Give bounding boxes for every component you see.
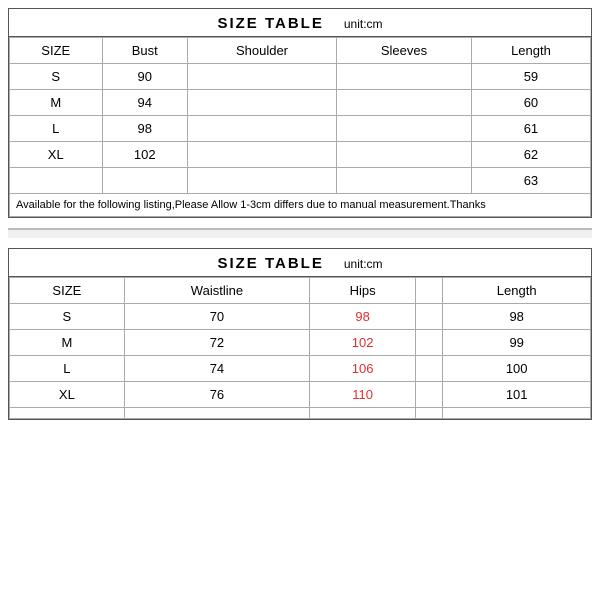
table-cell <box>337 116 472 142</box>
table-row: M72102 99 <box>10 330 591 356</box>
table-row <box>10 408 591 419</box>
table-cell: 98 <box>443 304 591 330</box>
table-cell: XL <box>10 382 125 408</box>
col-waistline: Waistline <box>124 278 309 304</box>
col-shoulder: Shoulder <box>187 38 336 64</box>
table-cell: 106 <box>310 356 416 382</box>
table-cell: 62 <box>471 142 590 168</box>
size-table-1: SIZE TABLE unit:cm SIZE Bust Shoulder Sl… <box>8 8 592 218</box>
table-cell: 102 <box>102 142 187 168</box>
col-length-1: Length <box>471 38 590 64</box>
table-cell: 60 <box>471 90 590 116</box>
table-cell: L <box>10 116 103 142</box>
table-row: L74106 100 <box>10 356 591 382</box>
table-cell <box>187 90 336 116</box>
table1-title: SIZE TABLE <box>217 15 323 32</box>
table-cell: 101 <box>443 382 591 408</box>
table-cell <box>337 90 472 116</box>
table-cell <box>10 408 125 419</box>
col-size-1: SIZE <box>10 38 103 64</box>
table1-header: SIZE TABLE unit:cm <box>9 9 591 37</box>
table-cell <box>187 64 336 90</box>
table1-grid: SIZE Bust Shoulder Sleeves Length S9059M… <box>9 37 591 217</box>
table-cell <box>187 116 336 142</box>
table-cell <box>337 168 472 194</box>
table-row: XL76110 101 <box>10 382 591 408</box>
table1-body: S90 59 M94 60 L98 61 XL102 6263 <box>10 64 591 194</box>
table2-grid: SIZE Waistline Hips Length S709898M72102… <box>9 277 591 419</box>
col-hips: Hips <box>310 278 416 304</box>
table-cell <box>187 142 336 168</box>
table-row: L98 61 <box>10 116 591 142</box>
table-row: S90 59 <box>10 64 591 90</box>
col-size-2: SIZE <box>10 278 125 304</box>
col-empty <box>416 278 443 304</box>
table-cell <box>416 408 443 419</box>
table1-note-row: Available for the following listing,Plea… <box>10 194 591 217</box>
table-cell <box>416 382 443 408</box>
table-cell: 74 <box>124 356 309 382</box>
table-cell: 61 <box>471 116 590 142</box>
table-cell: 102 <box>310 330 416 356</box>
table-cell <box>337 142 472 168</box>
table-cell: M <box>10 90 103 116</box>
table-cell <box>337 64 472 90</box>
table-row: S709898 <box>10 304 591 330</box>
table-cell <box>187 168 336 194</box>
col-sleeves: Sleeves <box>337 38 472 64</box>
table-cell <box>443 408 591 419</box>
table-cell: 110 <box>310 382 416 408</box>
table-cell: 63 <box>471 168 590 194</box>
size-table-2: SIZE TABLE unit:cm SIZE Waistline Hips L… <box>8 248 592 420</box>
table-cell: 98 <box>102 116 187 142</box>
table-cell: 59 <box>471 64 590 90</box>
table2-body: S709898M7210299L74106100XL76110101 <box>10 304 591 419</box>
col-bust: Bust <box>102 38 187 64</box>
table1-note: Available for the following listing,Plea… <box>10 194 591 217</box>
table-cell <box>310 408 416 419</box>
page-wrapper: SIZE TABLE unit:cm SIZE Bust Shoulder Sl… <box>0 0 600 600</box>
table-cell: L <box>10 356 125 382</box>
table-cell <box>102 168 187 194</box>
table-cell: 72 <box>124 330 309 356</box>
table-cell: 90 <box>102 64 187 90</box>
table1-unit: unit:cm <box>344 17 383 31</box>
table-cell: 94 <box>102 90 187 116</box>
table-cell: 98 <box>310 304 416 330</box>
table-row: M94 60 <box>10 90 591 116</box>
table1-header-row: SIZE Bust Shoulder Sleeves Length <box>10 38 591 64</box>
table2-header-row: SIZE Waistline Hips Length <box>10 278 591 304</box>
table-cell <box>10 168 103 194</box>
table-cell: XL <box>10 142 103 168</box>
table-cell <box>124 408 309 419</box>
table-row: 63 <box>10 168 591 194</box>
table-cell <box>416 304 443 330</box>
table-cell: 76 <box>124 382 309 408</box>
table-cell: 100 <box>443 356 591 382</box>
table-cell <box>416 330 443 356</box>
table-row: XL102 62 <box>10 142 591 168</box>
table2-header: SIZE TABLE unit:cm <box>9 249 591 277</box>
table-gap <box>8 228 592 238</box>
table-cell: 99 <box>443 330 591 356</box>
table-cell: M <box>10 330 125 356</box>
col-length-2: Length <box>443 278 591 304</box>
table2-unit: unit:cm <box>344 257 383 271</box>
table-cell: S <box>10 304 125 330</box>
table-cell: S <box>10 64 103 90</box>
table-cell <box>416 356 443 382</box>
table2-title: SIZE TABLE <box>217 255 323 272</box>
table-cell: 70 <box>124 304 309 330</box>
